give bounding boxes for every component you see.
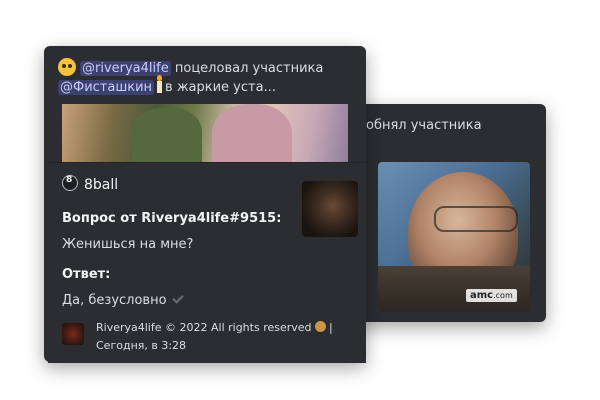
footer-avatar [62,323,84,345]
footer-text: Riverya4life © 2022 All rights reserved … [96,321,333,334]
question-title: Вопрос от Riverya4life#9515: [62,211,282,226]
question-text: Женишься на мне? [62,237,194,252]
message-line-1: @riverya4life поцеловал участника [58,58,323,76]
message-line-2: @Фисташкин в жаркие уста... [58,75,276,95]
embed-title: 8ball [62,175,118,193]
flushed-face-icon [58,58,76,76]
embed-title-text: 8ball [84,177,119,193]
gif-figure-1 [132,108,202,162]
front-message-card: @riverya4life поцеловал участника @Фиста… [44,46,366,363]
footer-separator: | [329,321,333,334]
footer-emoji-icon [314,321,326,332]
back-message-text: обнял участника [366,118,482,133]
author-mention[interactable]: @riverya4life [80,61,171,76]
target-mention[interactable]: @Фисташкин [58,80,155,95]
gif-watermark: amc.com [466,289,517,302]
eightball-embed: 8ball Вопрос от Riverya4life#9515: Жениш… [48,162,366,363]
answer-title: Ответ: [62,267,111,282]
check-icon [171,292,184,304]
gif-glasses [434,206,518,232]
answer-text: Да, безусловно [62,292,184,308]
gif-figure-2 [212,104,292,162]
kiss-gif[interactable] [62,104,348,162]
embed-thumbnail[interactable] [302,181,358,237]
eightball-icon [62,175,78,191]
reaction-gif[interactable]: amc.com [378,162,530,312]
footer-timestamp: Сегодня, в 3:28 [96,339,187,352]
candle-icon [157,75,163,93]
action-text: поцеловал участника [174,61,324,76]
rest-text: в жаркие уста... [165,80,276,95]
